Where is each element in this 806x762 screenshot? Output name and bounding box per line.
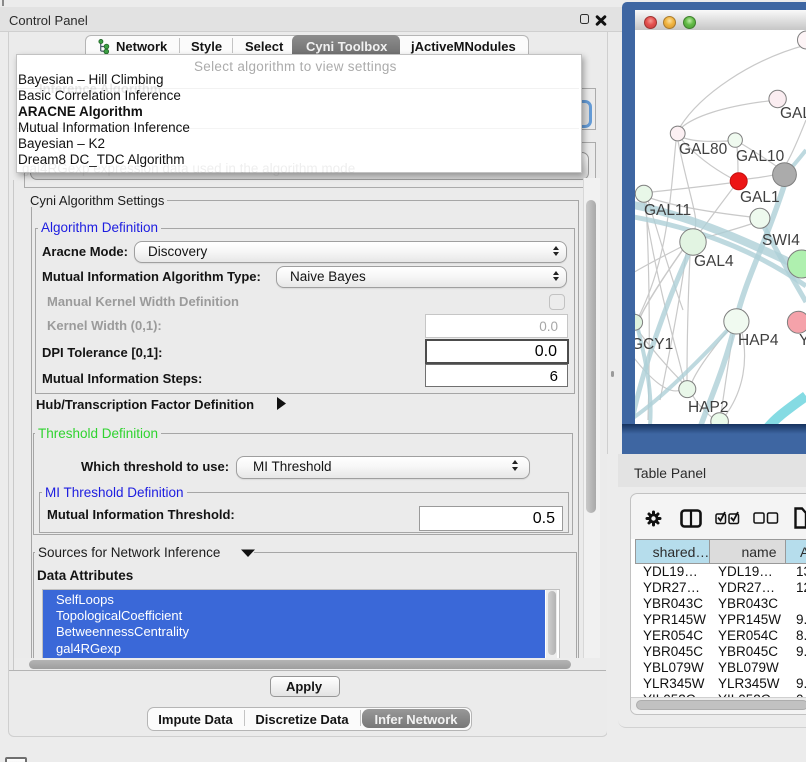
svg-text:Y: Y <box>799 332 806 349</box>
svg-text:HAP4: HAP4 <box>738 332 779 349</box>
svg-text:SWI4: SWI4 <box>762 232 800 249</box>
svg-text:GAL80: GAL80 <box>679 141 728 158</box>
svg-text:GCY1: GCY1 <box>635 336 673 353</box>
svg-text:GAL10: GAL10 <box>736 148 785 165</box>
svg-text:GAL: GAL <box>780 105 806 122</box>
svg-text:GAL11: GAL11 <box>644 202 691 219</box>
svg-text:HAP2: HAP2 <box>688 399 729 416</box>
svg-text:GAL4: GAL4 <box>694 253 734 270</box>
svg-text:GAL1: GAL1 <box>740 189 780 206</box>
